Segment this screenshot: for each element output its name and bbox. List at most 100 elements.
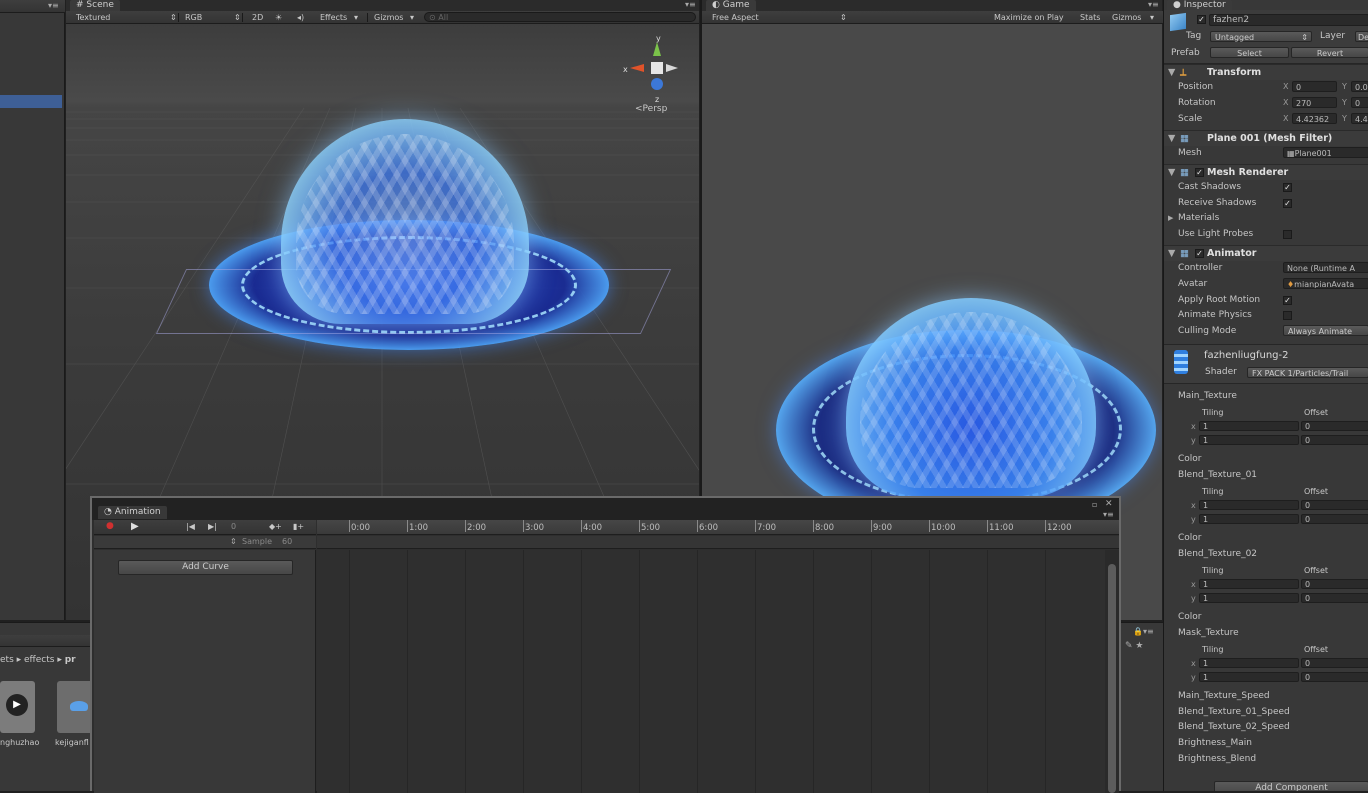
scene-search-input[interactable]: ⊙ All <box>424 12 696 22</box>
lock-icon[interactable]: 🔒▾≡ <box>1133 627 1154 636</box>
timeline-events[interactable] <box>317 536 1119 549</box>
breadcrumb-item[interactable]: ets <box>0 655 14 665</box>
offset-x-field[interactable]: 0 <box>1301 421 1368 431</box>
rotation-x-field[interactable]: 270 <box>1292 97 1337 108</box>
offset-y-field[interactable]: 0 <box>1301 672 1368 682</box>
offset-x-field[interactable]: 0 <box>1301 579 1368 589</box>
gizmos-dropdown[interactable]: Gizmos <box>374 11 403 24</box>
mesh-renderer-header[interactable]: ▼ ▦ ✓ Mesh Renderer <box>1164 164 1368 180</box>
next-keyframe-button[interactable]: ▶| <box>208 520 217 533</box>
timeline-ruler[interactable]: 0:00 1:00 2:00 3:00 4:00 5:00 6:00 7:00 … <box>317 520 1119 535</box>
shader-dropdown[interactable]: FX PACK 1/Particles/Trail <box>1247 367 1368 378</box>
hierarchy-selected-row[interactable] <box>0 95 62 108</box>
tag-icon[interactable]: ✎ ★ <box>1125 641 1143 651</box>
animation-menu-icon[interactable]: ▾≡ <box>1103 510 1114 519</box>
animate-physics-checkbox[interactable] <box>1283 311 1292 320</box>
transform-header[interactable]: ▼ ⟂ Transform <box>1164 64 1368 80</box>
orientation-gizmo[interactable]: y x z <box>622 34 686 104</box>
audio-icon[interactable]: ◂) <box>297 11 304 24</box>
mesh-renderer-enabled-checkbox[interactable]: ✓ <box>1195 168 1204 177</box>
scene-menu-icon[interactable]: ▾≡ <box>685 0 696 9</box>
window-maximize-icon[interactable]: ▫ <box>1092 500 1097 509</box>
offset-x-field[interactable]: 0 <box>1301 658 1368 668</box>
tab-game[interactable]: ◐ Game <box>706 0 756 11</box>
aspect-dropdown-arrow[interactable]: ⇕ <box>840 11 847 24</box>
cast-shadows-checkbox[interactable]: ✓ <box>1283 183 1292 192</box>
breadcrumb-item[interactable]: effects <box>24 655 54 665</box>
mesh-filter-header[interactable]: ▼ ▦ Plane 001 (Mesh Filter) <box>1164 130 1368 146</box>
use-light-probes-checkbox[interactable] <box>1283 230 1292 239</box>
stats-toggle[interactable]: Stats <box>1080 11 1100 24</box>
maximize-on-play-toggle[interactable]: Maximize on Play <box>994 11 1064 24</box>
tiling-x-field[interactable]: 1 <box>1199 658 1299 668</box>
tab-scene[interactable]: # Scene <box>70 0 120 11</box>
controller-field[interactable]: None (Runtime A <box>1283 262 1368 273</box>
add-component-button[interactable]: Add Component <box>1214 781 1368 791</box>
offset-x-field[interactable]: 0 <box>1301 500 1368 510</box>
receive-shadows-checkbox[interactable]: ✓ <box>1283 199 1292 208</box>
game-gizmos-arrow[interactable]: ▾ <box>1150 11 1154 24</box>
color-label: Color <box>1178 454 1202 464</box>
tiling-x-field[interactable]: 1 <box>1199 500 1299 510</box>
tiling-x-field[interactable]: 1 <box>1199 421 1299 431</box>
clip-dropdown-arrow[interactable]: ⇕ <box>230 537 237 546</box>
mesh-field[interactable]: ▦Plane001 <box>1283 147 1368 158</box>
effects-dropdown-arrow[interactable]: ▾ <box>354 11 358 24</box>
materials-foldout[interactable]: ▶ Materials <box>1164 211 1368 226</box>
game-menu-icon[interactable]: ▾≡ <box>1148 0 1159 9</box>
tab-animation[interactable]: ◔ Animation <box>98 506 167 519</box>
frame-field[interactable]: 0 <box>231 520 236 533</box>
animator-header[interactable]: ▼ ▦ ✓ Animator <box>1164 245 1368 261</box>
render-mode-dropdown[interactable]: RGB <box>185 11 202 24</box>
position-y-field[interactable]: 0.0 <box>1351 81 1368 92</box>
tiling-y-field[interactable]: 1 <box>1199 435 1299 445</box>
persp-label[interactable]: <Persp <box>635 104 667 114</box>
2d-toggle[interactable]: 2D <box>252 11 263 24</box>
avatar-field[interactable]: ♦mianpianAvata <box>1283 278 1368 289</box>
animator-enabled-checkbox[interactable]: ✓ <box>1195 249 1204 258</box>
scale-y-field[interactable]: 4.4 <box>1351 113 1368 124</box>
asset-thumbnail[interactable]: ▶ <box>0 681 35 733</box>
active-checkbox[interactable]: ✓ <box>1197 15 1206 24</box>
vertical-scrollbar[interactable] <box>1105 550 1119 793</box>
object-name-field[interactable]: fazhen2 <box>1209 14 1368 26</box>
window-close-icon[interactable]: ✕ <box>1105 499 1113 509</box>
breadcrumb-item[interactable]: pr <box>65 655 76 665</box>
tiling-y-field[interactable]: 1 <box>1199 514 1299 524</box>
offset-y-field[interactable]: 0 <box>1301 514 1368 524</box>
gizmos-dropdown-arrow[interactable]: ▾ <box>410 11 414 24</box>
layer-dropdown[interactable]: De <box>1355 31 1368 42</box>
tiling-x-field[interactable]: 1 <box>1199 579 1299 589</box>
shading-dropdown-arrow[interactable]: ⇕ <box>170 11 177 24</box>
offset-y-field[interactable]: 0 <box>1301 593 1368 603</box>
hierarchy-menu-icon[interactable]: ▾≡ <box>48 1 59 10</box>
project-breadcrumb[interactable]: ets ▸ effects ▸ pr <box>0 655 76 665</box>
game-gizmos-dropdown[interactable]: Gizmos <box>1112 11 1141 24</box>
prefab-select-button[interactable]: Select <box>1210 47 1289 58</box>
render-mode-arrow[interactable]: ⇕ <box>234 11 241 24</box>
add-curve-button[interactable]: Add Curve <box>118 560 293 575</box>
prev-keyframe-button[interactable]: |◀ <box>186 520 195 533</box>
sun-icon[interactable]: ☀ <box>275 11 282 24</box>
offset-y-field[interactable]: 0 <box>1301 435 1368 445</box>
culling-mode-dropdown[interactable]: Always Animate <box>1283 325 1368 336</box>
sample-field[interactable]: 60 <box>282 537 292 546</box>
shading-dropdown[interactable]: Textured <box>76 11 110 24</box>
scale-x-field[interactable]: 4.42362 <box>1292 113 1337 124</box>
tag-dropdown[interactable]: Untagged ⇕ <box>1210 31 1312 42</box>
aspect-dropdown[interactable]: Free Aspect <box>712 11 759 24</box>
position-x-field[interactable]: 0 <box>1292 81 1337 92</box>
add-keyframe-button[interactable]: ◆+ <box>269 520 282 533</box>
tiling-y-field[interactable]: 1 <box>1199 593 1299 603</box>
tab-inspector[interactable]: ● Inspector <box>1167 0 1232 10</box>
rotation-y-field[interactable]: 0 <box>1351 97 1368 108</box>
effects-dropdown[interactable]: Effects <box>320 11 347 24</box>
apply-root-motion-checkbox[interactable]: ✓ <box>1283 296 1292 305</box>
play-button[interactable]: ▶ <box>131 520 139 533</box>
dopesheet-area[interactable] <box>317 550 1105 793</box>
add-event-button[interactable]: ▮+ <box>293 520 304 533</box>
scrollbar-thumb[interactable] <box>1108 564 1116 793</box>
prefab-revert-button[interactable]: Revert <box>1291 47 1368 58</box>
tiling-y-field[interactable]: 1 <box>1199 672 1299 682</box>
record-button[interactable]: ● <box>106 520 114 533</box>
